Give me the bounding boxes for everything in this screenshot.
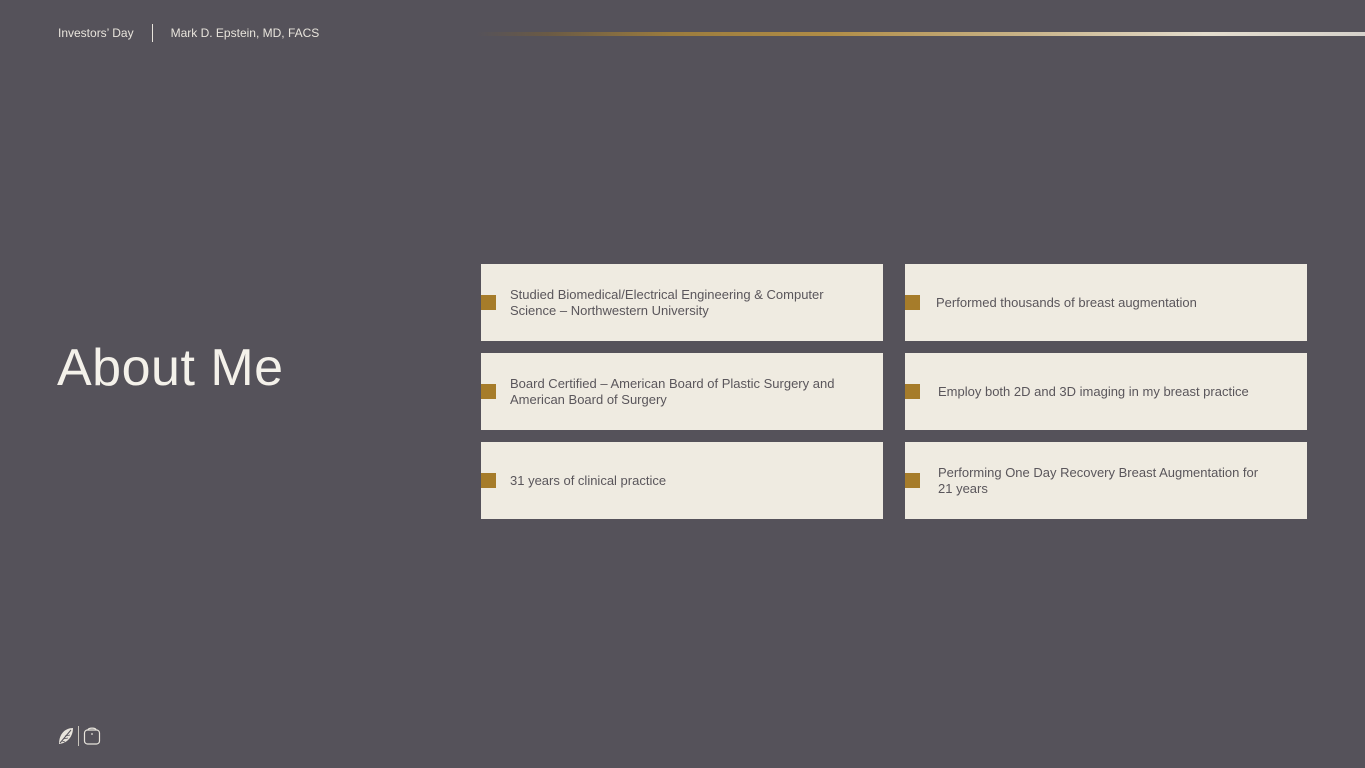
card-text: Performing One Day Recovery Breast Augme… <box>938 464 1259 496</box>
card-education: Studied Biomedical/Electrical Engineerin… <box>481 264 883 341</box>
square-bullet-icon <box>481 384 496 399</box>
header-divider <box>151 24 153 42</box>
card-text: Performed thousands of breast augmentati… <box>936 294 1197 310</box>
card-text: Studied Biomedical/Electrical Engineerin… <box>510 286 824 318</box>
square-bullet-icon <box>481 295 496 310</box>
footer-logos <box>57 726 102 746</box>
bag-logo-icon <box>82 726 102 746</box>
leaf-logo-icon <box>57 726 75 746</box>
slide-title: About Me <box>57 339 284 397</box>
card-board-certified: Board Certified – American Board of Plas… <box>481 353 883 430</box>
square-bullet-icon <box>905 384 920 399</box>
logo-separator <box>78 726 79 746</box>
event-name: Investors’ Day <box>58 26 134 40</box>
slide-header: Investors’ Day Mark D. Epstein, MD, FACS <box>58 24 319 42</box>
card-text: Board Certified – American Board of Plas… <box>510 375 835 407</box>
about-cards-grid: Studied Biomedical/Electrical Engineerin… <box>481 264 1307 519</box>
card-text: 31 years of clinical practice <box>510 472 667 488</box>
card-augmentation-count: Performed thousands of breast augmentati… <box>905 264 1307 341</box>
card-imaging: Employ both 2D and 3D imaging in my brea… <box>905 353 1307 430</box>
square-bullet-icon <box>905 473 920 488</box>
gold-gradient-rule <box>476 32 1365 36</box>
card-clinical-years: 31 years of clinical practice <box>481 442 883 519</box>
presenter-name: Mark D. Epstein, MD, FACS <box>170 26 320 40</box>
card-text: Employ both 2D and 3D imaging in my brea… <box>938 383 1249 399</box>
square-bullet-icon <box>905 295 920 310</box>
card-one-day-recovery: Performing One Day Recovery Breast Augme… <box>905 442 1307 519</box>
square-bullet-icon <box>481 473 496 488</box>
